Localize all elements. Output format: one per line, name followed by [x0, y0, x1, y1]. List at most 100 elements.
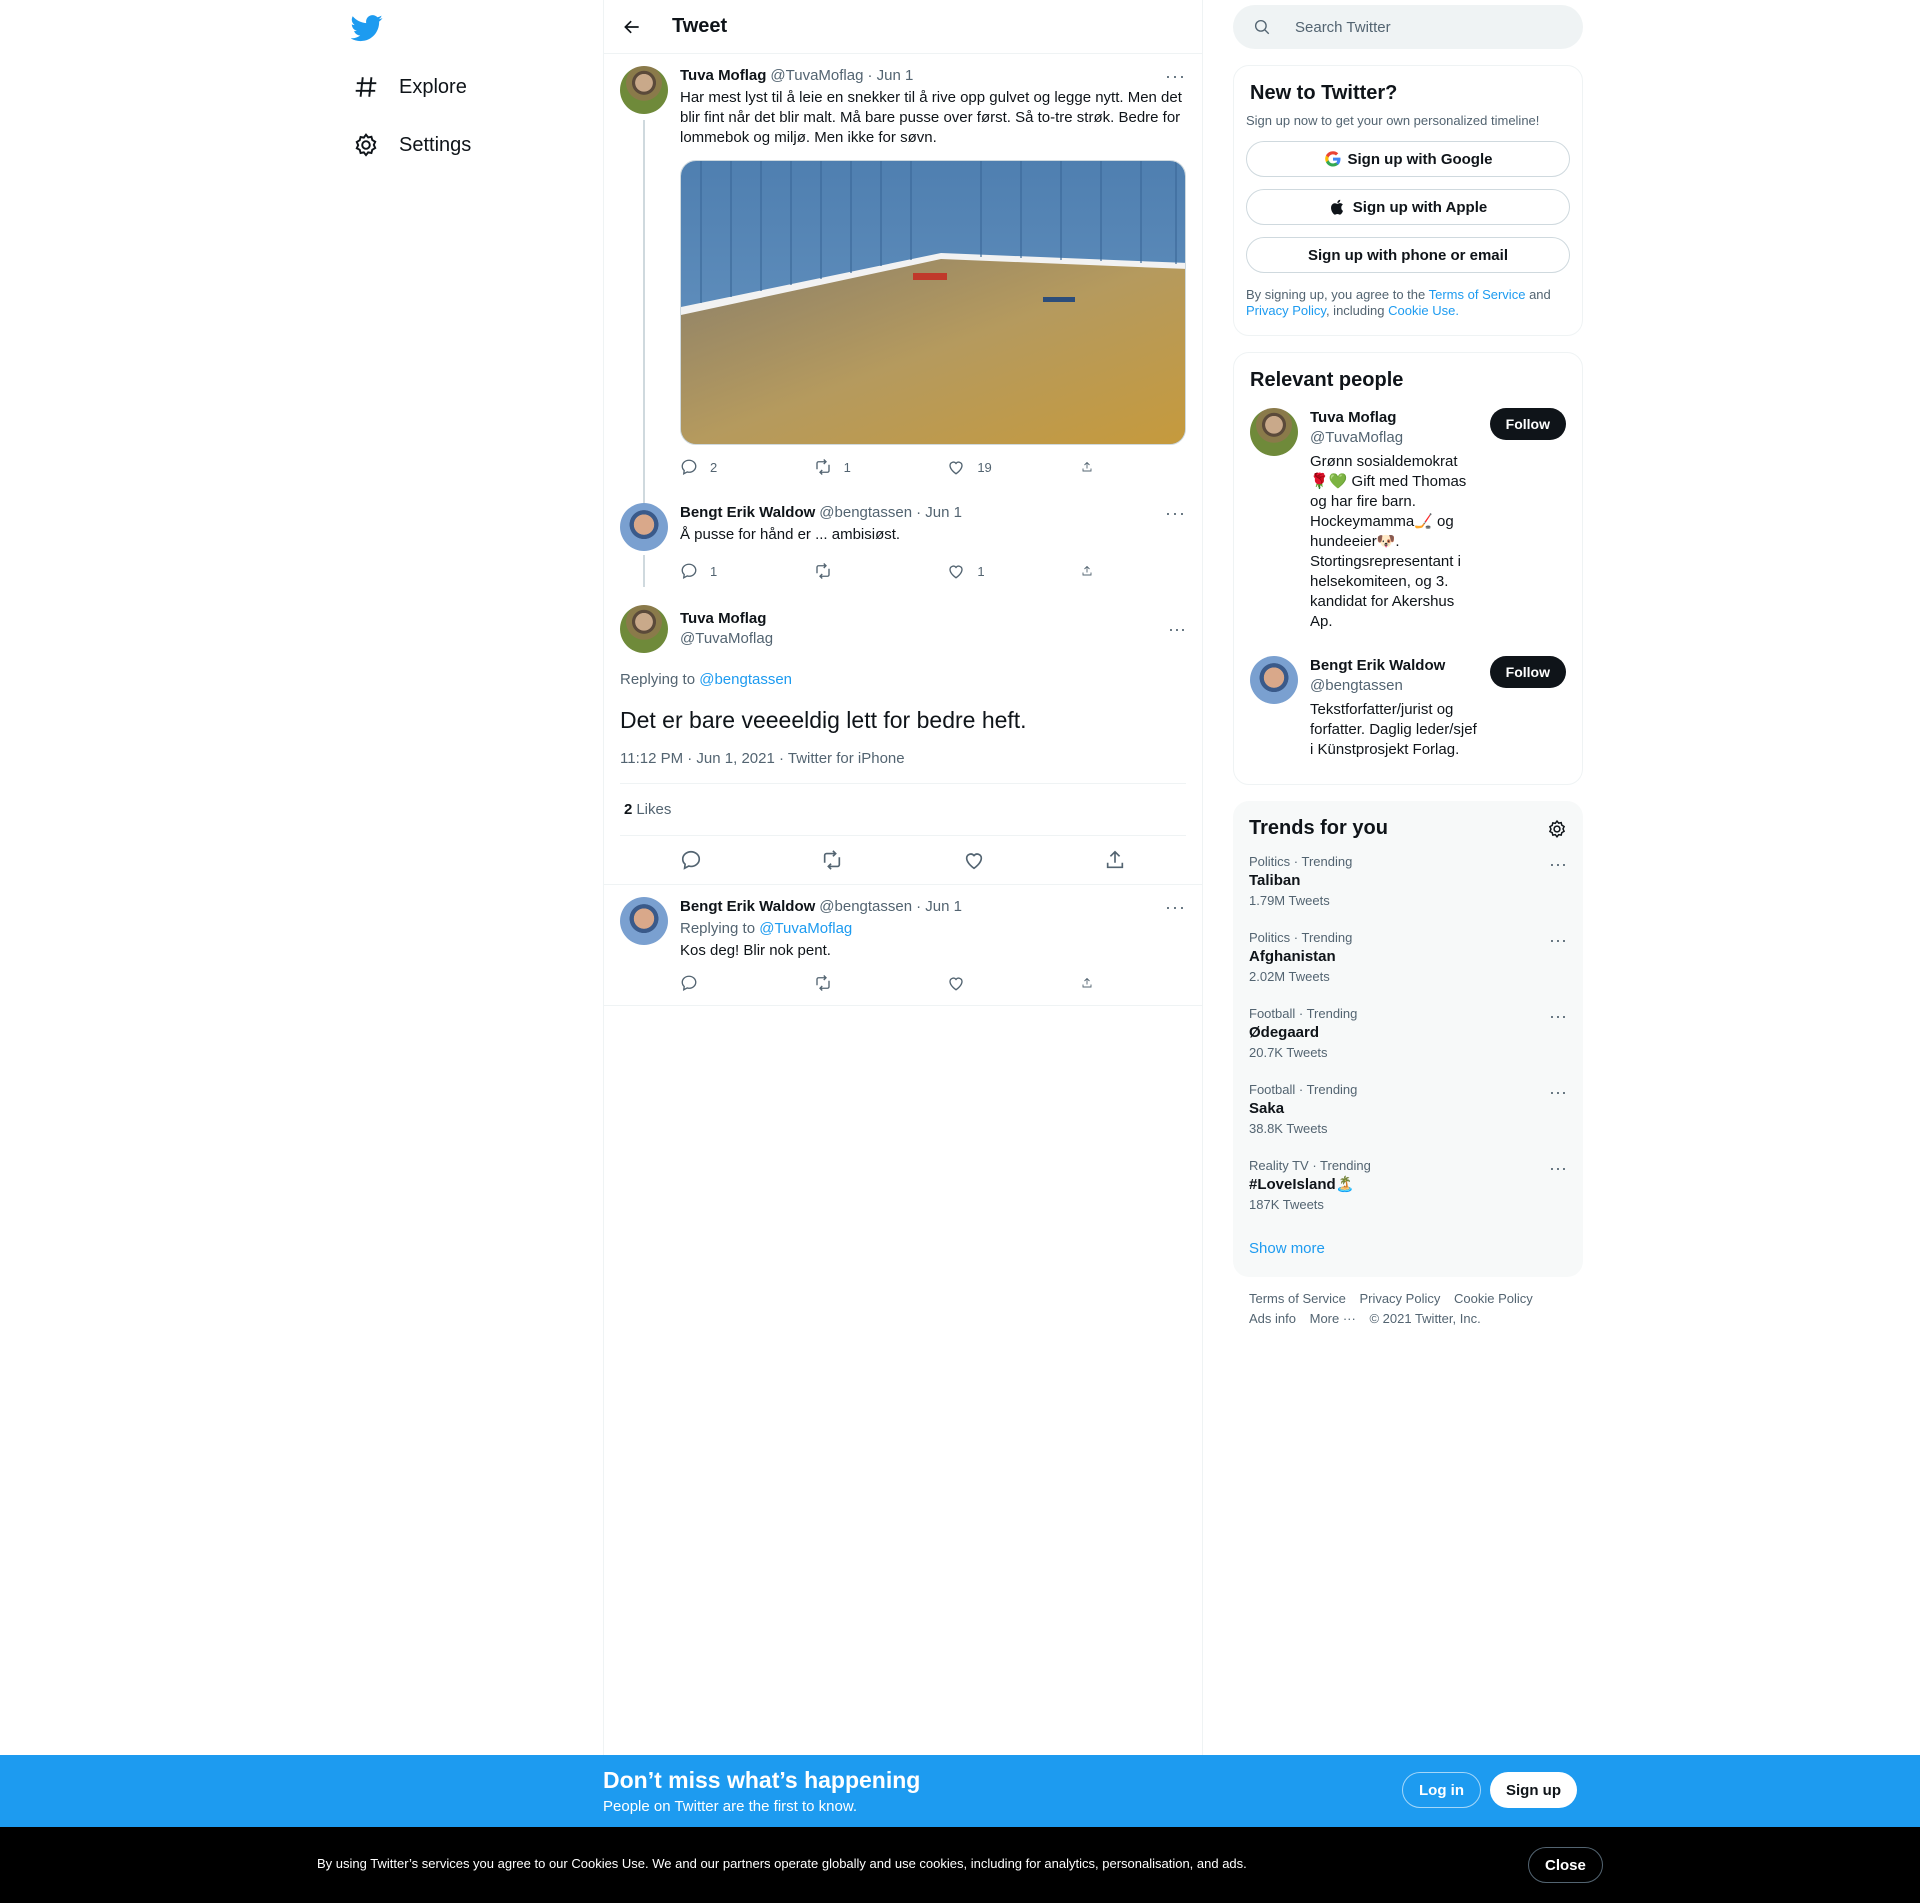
footer-more-link[interactable]: More ··· — [1310, 1311, 1356, 1326]
reply-tweet[interactable]: Bengt Erik Waldow @bengtassen · Jun 1 ··… — [604, 885, 1202, 1006]
like-button[interactable]: 19 — [947, 458, 1047, 476]
room-floor-image — [681, 161, 1185, 444]
author-name[interactable]: Tuva Moflag — [680, 66, 766, 86]
heart-icon[interactable] — [963, 849, 985, 871]
follow-button[interactable]: Follow — [1489, 408, 1566, 440]
nav-settings-label: Settings — [399, 133, 472, 156]
heart-icon — [949, 977, 963, 991]
author-name[interactable]: Bengt Erik Waldow — [680, 503, 815, 523]
nav-explore-label: Explore — [399, 75, 467, 98]
sidebar-right: Search Twitter New to Twitter? Sign up n… — [1233, 0, 1583, 1341]
tos-link[interactable]: Terms of Service — [1429, 287, 1526, 302]
share-button[interactable] — [1081, 562, 1105, 580]
trend-item[interactable]: Football · Trending Saka 38.8K Tweets ··… — [1245, 1072, 1571, 1148]
replying-to-link[interactable]: @TuvaMoflag — [759, 920, 852, 937]
reply-button[interactable] — [680, 974, 780, 992]
author-name[interactable]: Tuva Moflag — [680, 609, 1168, 629]
signup-google-button[interactable]: Sign up with Google — [1246, 141, 1570, 177]
show-more-link[interactable]: Show more — [1249, 1240, 1325, 1257]
more-icon[interactable]: ··· — [1549, 930, 1567, 951]
trend-category: Football · Trending — [1249, 1006, 1358, 1021]
share-icon[interactable] — [1104, 849, 1126, 871]
like-button[interactable] — [947, 974, 1047, 992]
close-button[interactable]: Close — [1528, 1847, 1603, 1883]
author-handle[interactable]: @TuvaMoflag — [770, 66, 863, 86]
more-icon[interactable]: ··· — [1165, 503, 1186, 523]
avatar[interactable] — [620, 66, 668, 114]
signup-apple-label: Sign up with Apple — [1352, 198, 1488, 216]
trend-item[interactable]: Politics · Trending Taliban 1.79M Tweets… — [1245, 844, 1571, 920]
signup-apple-button[interactable]: Sign up with Apple — [1246, 189, 1570, 225]
search-input[interactable]: Search Twitter — [1233, 5, 1583, 49]
person-name[interactable]: Bengt Erik Waldow — [1310, 656, 1480, 676]
person-handle[interactable]: @TuvaMoflag — [1310, 428, 1480, 448]
author-handle[interactable]: @TuvaMoflag — [680, 629, 1168, 649]
trend-name: Ødegaard — [1249, 1024, 1320, 1041]
replying-to-link[interactable]: @bengtassen — [699, 671, 792, 688]
author-handle[interactable]: @bengtassen — [819, 503, 912, 523]
new-to-twitter-panel: New to Twitter? Sign up now to get your … — [1233, 65, 1583, 336]
reply-button[interactable]: 2 — [680, 458, 780, 476]
tweet-photo[interactable] — [680, 160, 1186, 445]
person-name[interactable]: Tuva Moflag — [1310, 408, 1480, 428]
retweet-button[interactable] — [814, 562, 914, 580]
nav-settings[interactable]: Settings — [353, 125, 471, 165]
avatar[interactable] — [1250, 656, 1298, 704]
trend-count: 20.7K Tweets — [1249, 1045, 1328, 1060]
more-icon[interactable]: ··· — [1549, 1082, 1567, 1103]
page-header: Tweet — [604, 0, 1202, 54]
tweet-actions: 1 1 — [680, 549, 1105, 593]
tweet-date[interactable]: · Jun 1 — [916, 503, 962, 523]
tweet-date[interactable]: · Jun 1 — [867, 66, 913, 86]
more-icon[interactable]: ··· — [1549, 1006, 1567, 1027]
share-button[interactable] — [1081, 458, 1105, 476]
signup-button[interactable]: Sign up — [1490, 1772, 1577, 1808]
author-name[interactable]: Bengt Erik Waldow — [680, 897, 815, 917]
footer-ads-link[interactable]: Ads info — [1249, 1311, 1296, 1326]
more-icon[interactable]: ··· — [1549, 854, 1567, 875]
back-button[interactable] — [604, 17, 660, 37]
follow-button[interactable]: Follow — [1489, 656, 1566, 688]
likes-summary[interactable]: 2 Likes — [620, 784, 1186, 836]
footer-tos-link[interactable]: Terms of Service — [1249, 1291, 1346, 1306]
hashtag-icon — [355, 77, 377, 97]
retweet-icon[interactable] — [821, 849, 843, 871]
banner-subtitle: People on Twitter are the first to know. — [603, 1798, 858, 1815]
privacy-link[interactable]: Privacy Policy — [1246, 303, 1326, 318]
person-handle[interactable]: @bengtassen — [1310, 676, 1480, 696]
retweet-button[interactable] — [814, 974, 914, 992]
share-button[interactable] — [1081, 974, 1105, 992]
tweet-timestamp[interactable]: 11:12 PM · Jun 1, 2021 · Twitter for iPh… — [620, 750, 1186, 784]
nav-explore[interactable]: Explore — [353, 67, 467, 107]
author-handle[interactable]: @bengtassen — [819, 897, 912, 917]
more-icon[interactable]: ··· — [1165, 897, 1186, 917]
cookie-bar: By using Twitter’s services you agree to… — [0, 1827, 1920, 1903]
person-card[interactable]: Tuva Moflag @TuvaMoflag Grønn sosialdemo… — [1246, 396, 1570, 644]
avatar[interactable] — [620, 605, 668, 653]
reply-icon[interactable] — [680, 849, 702, 871]
thread-tweet[interactable]: Bengt Erik Waldow @bengtassen · Jun 1 ··… — [604, 489, 1202, 593]
footer-copyright: © 2021 Twitter, Inc. — [1369, 1311, 1481, 1326]
cookie-link[interactable]: Cookie Use. — [1388, 303, 1459, 318]
trend-item[interactable]: Reality TV · Trending #LoveIsland🏝️ 187K… — [1245, 1148, 1571, 1224]
avatar[interactable] — [1250, 408, 1298, 456]
trend-item[interactable]: Football · Trending Ødegaard 20.7K Tweet… — [1245, 996, 1571, 1072]
avatar[interactable] — [620, 897, 668, 945]
signup-phone-button[interactable]: Sign up with phone or email — [1246, 237, 1570, 273]
reply-button[interactable]: 1 — [680, 562, 780, 580]
trend-item[interactable]: Politics · Trending Afghanistan 2.02M Tw… — [1245, 920, 1571, 996]
more-icon[interactable]: ··· — [1165, 66, 1186, 86]
tweet-date[interactable]: · Jun 1 — [916, 897, 962, 917]
footer-privacy-link[interactable]: Privacy Policy — [1359, 1291, 1440, 1306]
retweet-button[interactable]: 1 — [814, 458, 914, 476]
like-button[interactable]: 1 — [947, 562, 1047, 580]
thread-tweet[interactable]: Tuva Moflag @TuvaMoflag · Jun 1 ··· Har … — [604, 54, 1202, 544]
gear-icon[interactable] — [1547, 819, 1567, 839]
avatar[interactable] — [620, 503, 668, 551]
person-card[interactable]: Bengt Erik Waldow @bengtassen Tekstforfa… — [1246, 644, 1570, 772]
login-button[interactable]: Log in — [1402, 1772, 1481, 1808]
twitter-logo-icon[interactable] — [350, 12, 383, 44]
more-icon[interactable]: ··· — [1168, 619, 1186, 640]
footer-cookie-link[interactable]: Cookie Policy — [1454, 1291, 1533, 1306]
more-icon[interactable]: ··· — [1549, 1158, 1567, 1179]
